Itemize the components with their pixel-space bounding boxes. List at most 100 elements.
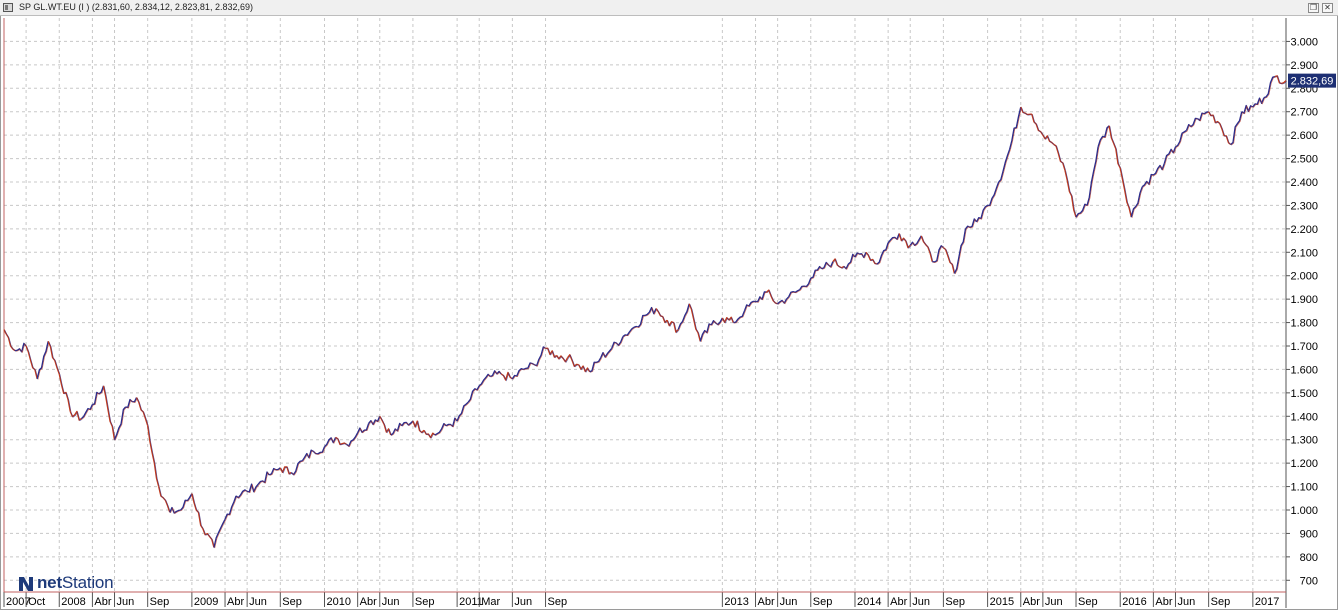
netstation-logo-icon: [19, 577, 33, 591]
logo-prefix: net: [37, 573, 62, 592]
series-segment: [268, 467, 281, 476]
x-tick-label: 2010: [327, 596, 351, 608]
series-segment: [1053, 143, 1066, 171]
x-tick-label: Abr: [227, 596, 244, 608]
series-segment: [810, 265, 823, 279]
window-title: SP GL.WT.EU (I ) (2.831,60, 2.834,12, 2.…: [19, 2, 253, 12]
series-segment: [545, 347, 558, 358]
series-segment-shadow: [977, 205, 989, 223]
y-tick-label: 1.100: [1290, 482, 1318, 494]
series-segment: [36, 341, 49, 379]
y-tick-label: 900: [1300, 528, 1318, 540]
last-value-label: 2.832,69: [1291, 76, 1334, 88]
y-tick-label: 1.200: [1290, 458, 1318, 470]
series-segment: [1009, 106, 1022, 150]
grid: [3, 18, 1286, 592]
y-tick-label: 2.000: [1290, 271, 1318, 283]
window-titlebar: SP GL.WT.EU (I ) (2.831,60, 2.834,12, 2.…: [0, 0, 1338, 16]
y-tick-label: 2.700: [1290, 107, 1318, 119]
x-tick-label: Mar: [481, 596, 500, 608]
x-tick-label: 2013: [724, 596, 748, 608]
series-segment-shadow: [4, 330, 17, 352]
x-tick-label: 2009: [194, 596, 218, 608]
x-tick-label: 2008: [61, 596, 85, 608]
logo-suffix: Station: [61, 573, 114, 592]
x-tick-label: Abr: [94, 596, 111, 608]
y-tick-label: 1.400: [1290, 411, 1318, 423]
x-tick-label: Abr: [890, 596, 907, 608]
series-segment-shadow: [767, 290, 779, 305]
series-segment: [467, 385, 480, 403]
price-chart: 700 800 900 1.000 1.100 1.200 1.300 1.400 1.500 1…: [3, 18, 1336, 608]
series-segment: [556, 355, 569, 363]
price-series: [3, 75, 1288, 549]
x-tick-label: Sep: [1211, 596, 1231, 608]
series-segment-shadow: [1120, 168, 1133, 218]
series-segment: [876, 242, 889, 265]
series-segment: [898, 233, 911, 249]
series-segment: [567, 354, 579, 367]
y-tick-label: 1.900: [1290, 294, 1318, 306]
series-segment: [832, 258, 845, 269]
series-segment: [666, 319, 679, 333]
series-segment: [1263, 75, 1276, 99]
y-tick-label: 700: [1300, 575, 1318, 587]
x-tick-label: Abr: [1023, 596, 1040, 608]
series-segment-shadow: [1264, 76, 1276, 99]
series-segment: [920, 235, 933, 262]
x-tick-label: 2017: [1255, 596, 1279, 608]
y-tick-label: 2.200: [1290, 224, 1318, 236]
x-tick-label: 2015: [990, 596, 1014, 608]
y-tick-label: 1.500: [1290, 388, 1318, 400]
series-segment: [942, 247, 956, 274]
x-tick-label: 2007: [6, 596, 30, 608]
x-tick-label: 2014: [857, 596, 881, 608]
series-segment-shadow: [479, 374, 492, 387]
x-tick-label: Sep: [282, 596, 302, 608]
chart-area[interactable]: 700 800 900 1.000 1.100 1.200 1.300 1.400 1.500 1…: [0, 16, 1338, 610]
x-tick-label: Jun: [1177, 596, 1195, 608]
series-segment: [733, 310, 746, 324]
x-tick-label: Jun: [1045, 596, 1063, 608]
series-segment: [180, 493, 193, 511]
x-tick-label: 2016: [1122, 596, 1146, 608]
series-segment-shadow: [1010, 107, 1022, 150]
series-segment: [1086, 146, 1099, 206]
y-tick-label: 2.500: [1290, 154, 1318, 166]
series-segment-shadow: [789, 290, 801, 298]
close-button[interactable]: ✕: [1322, 3, 1333, 13]
x-tick-label: Sep: [548, 596, 568, 608]
restore-button[interactable]: ❐: [1308, 3, 1319, 13]
series-segment-shadow: [181, 494, 193, 511]
series-segment-shadow: [148, 426, 160, 488]
last-value-marker: 2.832,69: [1288, 73, 1336, 88]
x-tick-label: Sep: [150, 596, 170, 608]
chart-window-icon: [3, 3, 13, 12]
series-segment: [534, 346, 546, 367]
y-tick-label: 1.800: [1290, 318, 1318, 330]
x-tick-label: Sep: [1078, 596, 1098, 608]
y-tick-label: 3.000: [1290, 36, 1318, 48]
y-tick-label: 2.600: [1290, 130, 1318, 142]
x-tick-label: Jun: [780, 596, 798, 608]
series-segment: [1020, 106, 1032, 116]
series-segment: [998, 148, 1011, 183]
series-segment: [799, 277, 812, 291]
series-segment-shadow: [1065, 170, 1078, 218]
y-tick-label: 2.100: [1290, 247, 1318, 259]
series-segment: [169, 506, 181, 514]
series-segment: [224, 495, 237, 520]
series-segment: [1252, 97, 1265, 108]
y-tick-label: 1.000: [1290, 505, 1318, 517]
x-tick-label: Jun: [912, 596, 930, 608]
axes: 700 800 900 1.000 1.100 1.200 1.300 1.400 1.500 1…: [3, 18, 1318, 608]
x-tick-label: Abr: [1155, 596, 1172, 608]
series-segment: [1130, 186, 1143, 218]
series-segment: [1230, 111, 1243, 146]
series-segment-shadow: [214, 519, 227, 549]
series-segment-shadow: [192, 494, 204, 530]
x-tick-label: Sep: [945, 596, 965, 608]
series-segment: [987, 181, 1000, 207]
series-segment-shadow: [866, 252, 878, 265]
x-tick-label: Jun: [514, 596, 532, 608]
